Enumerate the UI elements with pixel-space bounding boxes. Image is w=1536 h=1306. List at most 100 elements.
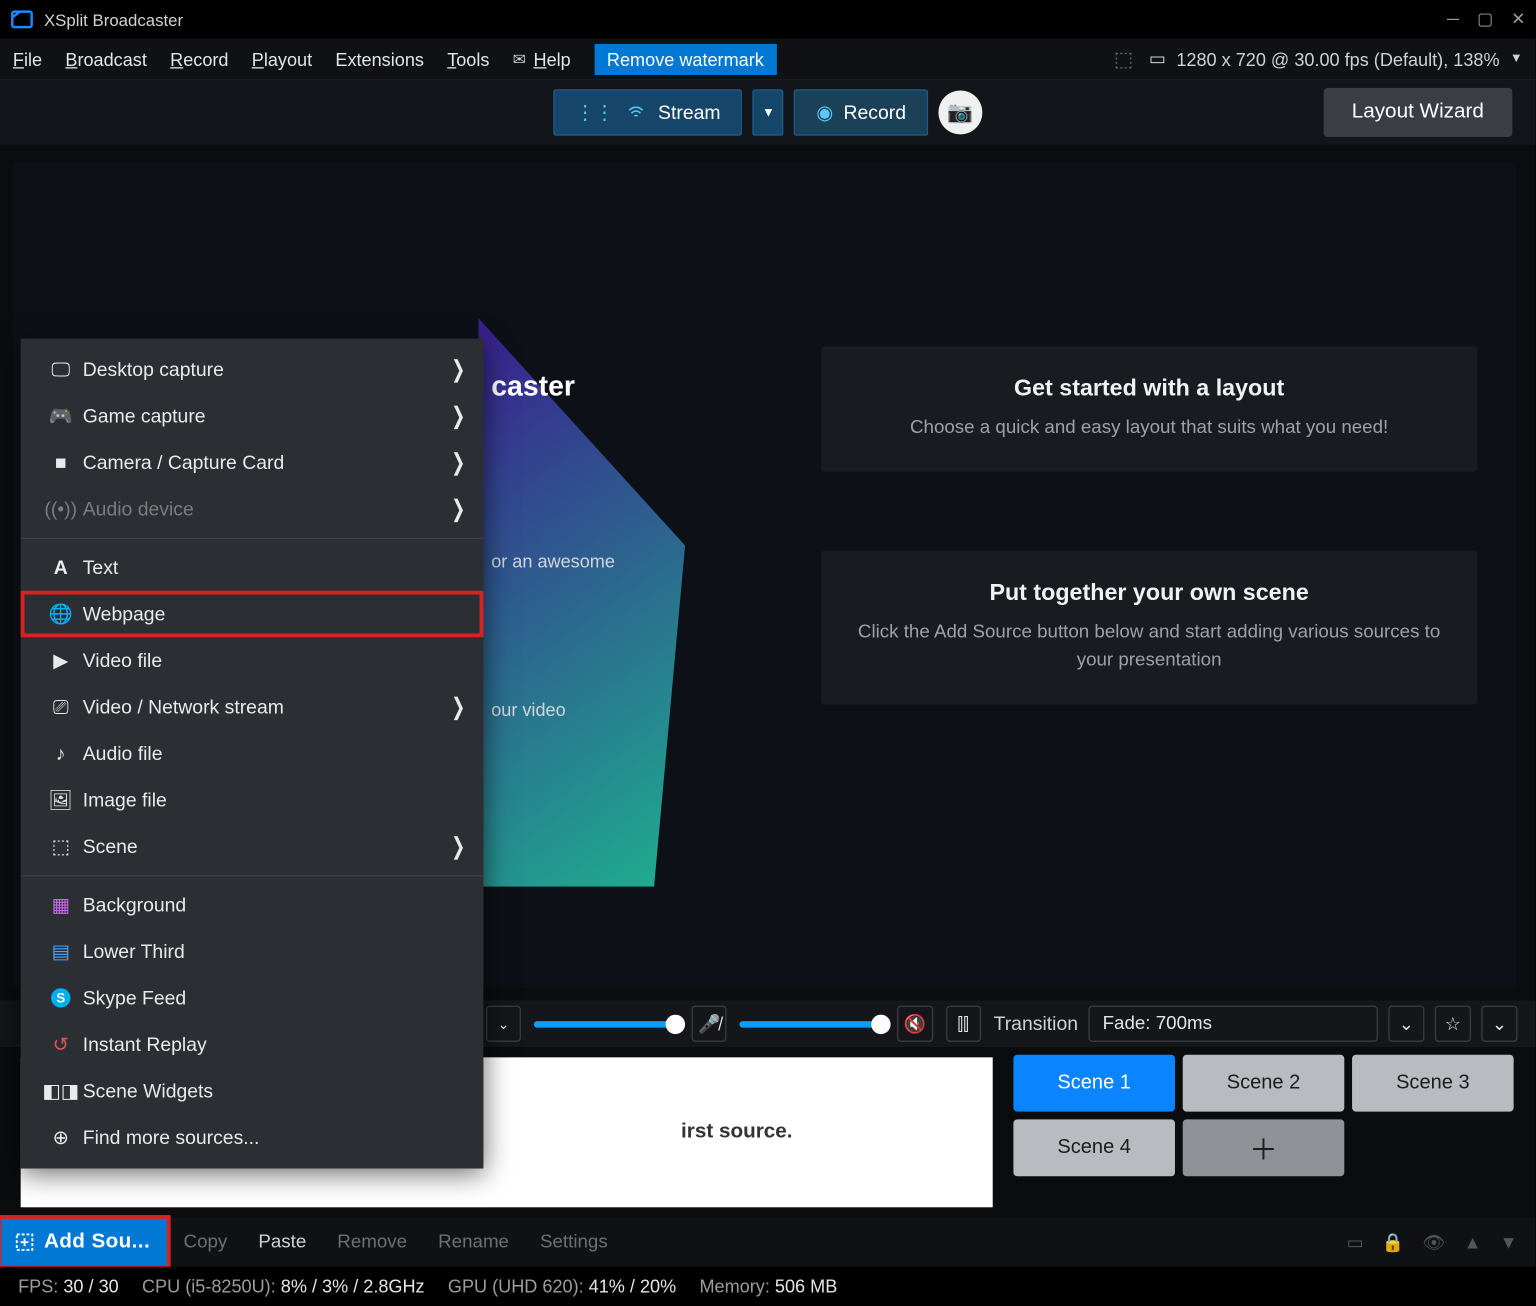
more-icon: ⊕ xyxy=(39,1126,83,1149)
menu-video-file[interactable]: ▶Video file xyxy=(21,637,484,684)
remove-watermark-button[interactable]: Remove watermark xyxy=(594,43,777,74)
tagline-fragment-2: our video xyxy=(491,699,565,720)
settings-button: Settings xyxy=(524,1232,623,1253)
share-icon[interactable]: ⬚ xyxy=(1114,46,1134,72)
card-title: Get started with a layout xyxy=(854,375,1443,402)
chevron-right-icon: ❯ xyxy=(451,832,465,861)
paste-button[interactable]: Paste xyxy=(243,1232,322,1253)
card-title: Put together your own scene xyxy=(854,579,1443,606)
slider-knob[interactable] xyxy=(666,1014,685,1033)
mic-mute-button[interactable]: 🎤̸ xyxy=(692,1006,727,1042)
transition-select[interactable]: Fade: 700ms xyxy=(1088,1006,1378,1042)
menu-tools[interactable]: Tools xyxy=(447,48,489,69)
slider-knob[interactable] xyxy=(872,1014,891,1033)
scene-button-3[interactable]: Scene 3 xyxy=(1352,1055,1514,1112)
chevron-down-icon: ▼ xyxy=(1510,52,1523,66)
app-title: XSplit Broadcaster xyxy=(44,10,183,29)
svg-text:S: S xyxy=(56,991,65,1006)
menu-scene[interactable]: ⬚Scene❯ xyxy=(21,823,484,870)
speaker-mute-button[interactable]: 🔇 xyxy=(898,1006,933,1042)
minimize-button[interactable]: ─ xyxy=(1447,9,1459,30)
audio-icon: ((•)) xyxy=(39,498,83,520)
play-file-icon: ▶ xyxy=(39,649,83,672)
layer-up-icon[interactable]: ▲ xyxy=(1464,1231,1482,1253)
mixer-settings-button[interactable]: ⫿⫿ xyxy=(946,1006,981,1042)
chevron-down-icon: ⌄ xyxy=(498,1015,510,1032)
menu-audio-file[interactable]: ♪Audio file xyxy=(21,730,484,777)
layer-down-icon[interactable]: ▼ xyxy=(1500,1231,1518,1253)
record-button[interactable]: ◉ Record xyxy=(794,89,928,136)
menu-lower-third[interactable]: ▤Lower Third xyxy=(21,928,484,975)
scene-card[interactable]: Put together your own scene Click the Ad… xyxy=(821,551,1478,704)
menu-game-capture[interactable]: 🎮Game capture❯ xyxy=(21,393,484,440)
copy-button: Copy xyxy=(168,1232,243,1253)
maximize-button[interactable]: ▢ xyxy=(1477,9,1493,30)
wifi-icon: ⋮⋮ xyxy=(575,101,614,124)
menu-broadcast[interactable]: Broadcast xyxy=(65,48,146,69)
menu-text[interactable]: AText xyxy=(21,544,484,591)
resolution-selector[interactable]: ▭ 1280 x 720 @ 30.00 fps (Default), 138%… xyxy=(1149,48,1523,70)
folder-icon[interactable]: ▭ xyxy=(1347,1231,1364,1253)
gamepad-icon: 🎮 xyxy=(39,405,83,428)
menu-webpage[interactable]: 🌐Webpage xyxy=(21,591,484,638)
visibility-icon[interactable]: 👁 xyxy=(1423,1231,1446,1253)
menu-image-file[interactable]: 🖼Image file xyxy=(21,777,484,824)
menu-audio-device[interactable]: ((•))Audio device❯ xyxy=(21,486,484,533)
text-icon: A xyxy=(39,556,83,578)
card-body: Choose a quick and easy layout that suit… xyxy=(854,415,1443,443)
menu-separator xyxy=(21,538,484,539)
menu-record[interactable]: Record xyxy=(170,48,228,69)
menu-network-stream[interactable]: ⎚Video / Network stream❯ xyxy=(21,684,484,731)
menu-desktop-capture[interactable]: 🖵Desktop capture❯ xyxy=(21,346,484,393)
menu-playout[interactable]: Playout xyxy=(252,48,312,69)
chevron-right-icon: ❯ xyxy=(451,355,465,384)
fps-value: 30 / 30 xyxy=(63,1276,118,1297)
transition-label: Transition xyxy=(994,1013,1078,1035)
menu-file[interactable]: File xyxy=(13,48,42,69)
transition-dropdown[interactable]: ⌄ xyxy=(1388,1006,1424,1042)
menu-bar: File Broadcast Record Playout Extensions… xyxy=(0,39,1536,80)
transition-favorite[interactable]: ☆ xyxy=(1435,1006,1471,1042)
menu-extensions[interactable]: Extensions xyxy=(335,48,424,69)
lock-icon[interactable]: 🔒 xyxy=(1382,1231,1405,1253)
speaker-muted-icon: 🔇 xyxy=(904,1013,927,1035)
stream-dropdown[interactable]: ▼ xyxy=(753,89,784,136)
menu-skype[interactable]: SSkype Feed xyxy=(21,975,484,1022)
menu-camera[interactable]: ■Camera / Capture Card❯ xyxy=(21,439,484,486)
menu-help[interactable]: Help xyxy=(533,48,570,69)
menu-background[interactable]: ▦Background xyxy=(21,882,484,929)
layout-card[interactable]: Get started with a layout Choose a quick… xyxy=(821,346,1478,471)
add-source-menu: 🖵Desktop capture❯ 🎮Game capture❯ ■Camera… xyxy=(21,339,484,1169)
scene-button-1[interactable]: Scene 1 xyxy=(1013,1055,1175,1112)
menu-scene-widgets[interactable]: ◧◨Scene Widgets xyxy=(21,1068,484,1115)
stream-button[interactable]: ⋮⋮ Stream xyxy=(553,89,742,136)
star-icon: ☆ xyxy=(1445,1013,1461,1035)
tagline-fragment: or an awesome xyxy=(491,551,615,572)
transition-more[interactable]: ⌄ xyxy=(1481,1006,1517,1042)
chevron-right-icon: ❯ xyxy=(451,402,465,431)
close-button[interactable]: ✕ xyxy=(1511,9,1525,30)
chevron-right-icon: ❯ xyxy=(451,693,465,722)
speaker-volume-slider[interactable] xyxy=(740,1021,885,1027)
mic-volume-slider[interactable] xyxy=(534,1021,679,1027)
scene-button-4[interactable]: Scene 4 xyxy=(1013,1119,1175,1176)
record-icon: ◉ xyxy=(816,101,833,124)
widgets-icon: ◧◨ xyxy=(39,1079,83,1102)
screenshot-button[interactable]: 📷 xyxy=(938,90,982,134)
mic-muted-icon: 🎤̸ xyxy=(698,1013,721,1035)
wifi-icon xyxy=(624,103,647,121)
add-source-button[interactable]: Add Sou... xyxy=(0,1218,168,1267)
title-bar: XSplit Broadcaster ─ ▢ ✕ xyxy=(0,0,1536,39)
menu-instant-replay[interactable]: ↺Instant Replay xyxy=(21,1021,484,1068)
caret-down-icon: ▼ xyxy=(762,105,775,119)
mic-device-dropdown[interactable]: ⌄ xyxy=(486,1006,521,1042)
monitor-icon: 🖵 xyxy=(39,359,83,381)
skype-icon: S xyxy=(39,986,83,1009)
add-scene-button[interactable]: ＋ xyxy=(1183,1119,1345,1176)
remove-button: Remove xyxy=(322,1232,423,1253)
add-source-icon xyxy=(13,1231,36,1254)
layout-wizard-button[interactable]: Layout Wizard xyxy=(1323,88,1512,137)
source-toolbar: Add Sou... Copy Paste Remove Rename Sett… xyxy=(0,1218,1536,1267)
scene-button-2[interactable]: Scene 2 xyxy=(1183,1055,1345,1112)
menu-find-more[interactable]: ⊕Find more sources... xyxy=(21,1114,484,1161)
